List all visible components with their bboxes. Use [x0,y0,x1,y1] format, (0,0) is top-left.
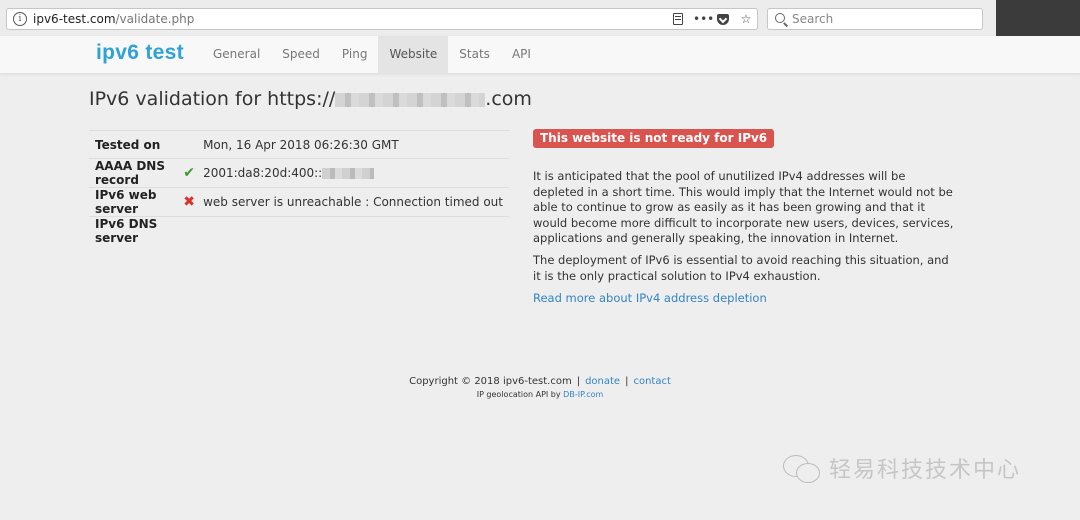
result-value: 2001:da8:20d:400:: [197,158,509,188]
geo-prefix: IP geolocation API by [476,390,564,399]
result-icon [181,130,198,159]
site-logo[interactable]: ipv6 test [96,41,184,65]
footer-line-1: Copyright © 2018 ipv6-test.com | donate | co… [0,376,1080,387]
search-input[interactable] [790,11,974,27]
result-label: IPv6 web server [89,187,182,217]
footer-separator: | [576,376,581,387]
page-actions-icon[interactable]: ••• [693,12,714,26]
title-suffix: .com [485,88,532,110]
read-more-link[interactable]: Read more about IPv4 address depletion [533,291,767,305]
title-prefix: IPv6 validation for https:// [89,88,336,110]
toolbar-edge [996,0,1080,36]
copyright-text: Copyright © 2018 ipv6-test.com [409,376,572,387]
cross-icon: ✖ [181,187,198,217]
deployment-paragraph: The deployment of IPv6 is essential to a… [533,253,949,283]
search-icon [775,13,785,23]
footer: Copyright © 2018 ipv6-test.com | donate | co… [0,376,1080,399]
tab-website[interactable]: Website [378,36,449,73]
nav-tabs: General Speed Ping Website Stats API [202,36,542,73]
table-row: IPv6 web server ✖ web server is unreacha… [89,187,509,217]
reader-view-icon[interactable] [673,13,683,25]
result-label: IPv6 DNS server [89,216,182,245]
table-row: IPv6 DNS server [89,216,509,245]
site-info-icon[interactable]: i [13,12,27,26]
depletion-paragraph: It is anticipated that the pool of unuti… [533,169,954,245]
logo-part-test: test [145,41,184,64]
site-navbar: ipv6 test General Speed Ping Website Sta… [0,36,1080,74]
footer-line-2: IP geolocation API by DB-IP.com [0,390,1080,399]
donate-link[interactable]: donate [585,376,620,387]
status-badge: This website is not ready for IPv6 [533,129,775,148]
result-value [197,216,509,245]
validation-results-table: Tested on Mon, 16 Apr 2018 06:26:30 GMT … [89,130,509,245]
ipv6-address: 2001:da8:20d:400:: [203,166,323,180]
address-bar[interactable]: i ipv6-test.com/validate.php ••• ☆ [6,8,758,30]
page-title: IPv6 validation for https:// .com [89,88,532,110]
table-row: AAAA DNS record ✔ 2001:da8:20d:400:: [89,158,509,188]
footer-separator: | [625,376,629,387]
result-label: Tested on [89,130,182,159]
redacted-domain [335,92,486,107]
dbip-link[interactable]: DB-IP.com [563,390,603,399]
pocket-icon[interactable] [717,13,729,25]
redacted-address [322,168,375,179]
table-row: Tested on Mon, 16 Apr 2018 06:26:30 GMT [89,130,509,159]
tab-ping[interactable]: Ping [331,36,379,73]
logo-part-ipv: ipv6 [96,41,140,64]
wechat-icon [783,453,821,483]
url-path: /validate.php [115,12,195,26]
tab-api[interactable]: API [501,36,542,73]
bookmark-star-icon[interactable]: ☆ [739,12,753,26]
watermark: 轻易科技技术中心 [783,452,1021,484]
tab-stats[interactable]: Stats [448,36,501,73]
watermark-text: 轻易科技技术中心 [829,458,1022,483]
url-host: ipv6-test.com [33,12,116,26]
tab-speed[interactable]: Speed [271,36,331,73]
check-icon: ✔ [181,158,198,188]
address-bar-actions: ••• ☆ [673,11,753,27]
tab-general[interactable]: General [202,36,271,73]
url-text[interactable]: ipv6-test.com/validate.php [33,12,194,26]
result-label: AAAA DNS record [89,158,182,188]
browser-search-box[interactable] [767,8,983,30]
result-value: Mon, 16 Apr 2018 06:26:30 GMT [197,130,509,159]
contact-link[interactable]: contact [633,376,670,387]
result-icon [181,216,198,245]
result-value: web server is unreachable : Connection t… [197,187,509,217]
browser-toolbar: i ipv6-test.com/validate.php ••• ☆ [0,0,1080,37]
